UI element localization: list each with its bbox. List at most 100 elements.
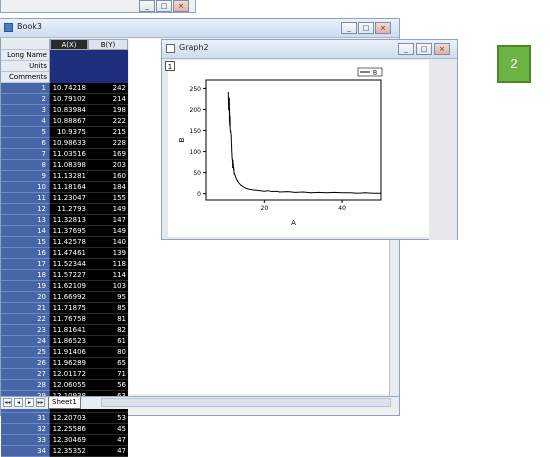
workbook-minimize-button[interactable]: _ [341, 22, 357, 34]
cell-a[interactable]: 11.18164 [50, 182, 88, 193]
cell-a[interactable]: 10.83984 [50, 105, 88, 116]
cell-a[interactable]: 11.66992 [50, 292, 88, 303]
cell-a[interactable]: 11.81641 [50, 325, 88, 336]
cell-b[interactable]: 95 [88, 292, 128, 303]
cell-b[interactable]: 53 [88, 413, 128, 424]
cell-a[interactable]: 12.06055 [50, 380, 88, 391]
cell-b[interactable]: 140 [88, 237, 128, 248]
first-sheet-button[interactable]: ◂◂ [3, 398, 12, 407]
cell-a[interactable]: 11.52344 [50, 259, 88, 270]
cell-b[interactable]: 47 [88, 435, 128, 446]
cell-a[interactable]: 11.37695 [50, 226, 88, 237]
cell-b[interactable]: 71 [88, 369, 128, 380]
cell-b[interactable]: 155 [88, 193, 128, 204]
horizontal-scrollbar[interactable] [101, 398, 391, 407]
cell-b[interactable]: 118 [88, 259, 128, 270]
cell-b[interactable]: 61 [88, 336, 128, 347]
meta-cell[interactable] [50, 50, 88, 61]
cell-b[interactable]: 169 [88, 149, 128, 160]
cell-b[interactable]: 184 [88, 182, 128, 193]
row-number[interactable]: 26 [1, 358, 50, 369]
workbook-maximize-button[interactable]: □ [358, 22, 374, 34]
cell-a[interactable]: 11.13281 [50, 171, 88, 182]
cell-b[interactable]: 45 [88, 424, 128, 435]
cell-b[interactable]: 160 [88, 171, 128, 182]
cell-a[interactable]: 12.20703 [50, 413, 88, 424]
row-number[interactable]: 27 [1, 369, 50, 380]
last-sheet-button[interactable]: ▸▸ [36, 398, 45, 407]
cell-a[interactable]: 11.86523 [50, 336, 88, 347]
cell-a[interactable]: 11.23047 [50, 193, 88, 204]
row-number[interactable]: 6 [1, 138, 50, 149]
row-number[interactable]: 11 [1, 193, 50, 204]
cell-a[interactable]: 10.74218 [50, 83, 88, 94]
graph-page[interactable]: 0 50 100 150 200 250 20 40 A B B [168, 60, 430, 237]
row-number[interactable]: 21 [1, 303, 50, 314]
corner-cell[interactable] [1, 39, 50, 50]
cell-b[interactable]: 149 [88, 226, 128, 237]
close-button[interactable]: × [173, 0, 189, 12]
row-number[interactable]: 14 [1, 226, 50, 237]
row-number[interactable]: 15 [1, 237, 50, 248]
cell-a[interactable]: 11.71875 [50, 303, 88, 314]
meta-cell[interactable] [50, 61, 88, 72]
meta-cell[interactable] [88, 50, 128, 61]
layer-indicator[interactable]: 1 [165, 61, 175, 71]
cell-a[interactable]: 10.9375 [50, 127, 88, 138]
cell-a[interactable]: 11.08398 [50, 160, 88, 171]
row-number[interactable]: 16 [1, 248, 50, 259]
cell-a[interactable]: 11.96289 [50, 358, 88, 369]
cell-b[interactable]: 65 [88, 358, 128, 369]
cell-b[interactable]: 242 [88, 83, 128, 94]
workbook-titlebar[interactable]: Book3 _ □ × [0, 19, 399, 38]
row-number[interactable]: 12 [1, 204, 50, 215]
row-number[interactable]: 22 [1, 314, 50, 325]
row-number[interactable]: 10 [1, 182, 50, 193]
row-number[interactable]: 1 [1, 83, 50, 94]
cell-a[interactable]: 11.57227 [50, 270, 88, 281]
row-number[interactable]: 8 [1, 160, 50, 171]
cell-a[interactable]: 10.98633 [50, 138, 88, 149]
row-number[interactable]: 17 [1, 259, 50, 270]
meta-cell[interactable] [50, 72, 88, 83]
row-number[interactable]: 5 [1, 127, 50, 138]
cell-b[interactable]: 222 [88, 116, 128, 127]
cell-b[interactable]: 56 [88, 380, 128, 391]
cell-b[interactable]: 215 [88, 127, 128, 138]
cell-a[interactable]: 10.79102 [50, 94, 88, 105]
cell-a[interactable]: 12.25586 [50, 424, 88, 435]
row-number[interactable]: 25 [1, 347, 50, 358]
graph-maximize-button[interactable]: □ [416, 43, 432, 55]
cell-b[interactable]: 81 [88, 314, 128, 325]
meta-cell[interactable] [88, 61, 128, 72]
row-number[interactable]: 19 [1, 281, 50, 292]
next-sheet-button[interactable]: ▸ [25, 398, 34, 407]
graph-minimize-button[interactable]: _ [398, 43, 414, 55]
row-number[interactable]: 28 [1, 380, 50, 391]
row-number[interactable]: 3 [1, 105, 50, 116]
cell-a[interactable]: 11.32813 [50, 215, 88, 226]
cell-a[interactable]: 12.01172 [50, 369, 88, 380]
cell-a[interactable]: 11.42578 [50, 237, 88, 248]
row-number[interactable]: 31 [1, 413, 50, 424]
row-number[interactable]: 34 [1, 446, 50, 457]
cell-a[interactable]: 11.62109 [50, 281, 88, 292]
cell-b[interactable]: 149 [88, 204, 128, 215]
cell-b[interactable]: 147 [88, 215, 128, 226]
row-number[interactable]: 7 [1, 149, 50, 160]
cell-b[interactable]: 139 [88, 248, 128, 259]
row-number[interactable]: 2 [1, 94, 50, 105]
row-number[interactable]: 20 [1, 292, 50, 303]
cell-b[interactable]: 228 [88, 138, 128, 149]
cell-b[interactable]: 198 [88, 105, 128, 116]
prev-sheet-button[interactable]: ◂ [14, 398, 23, 407]
row-number[interactable]: 4 [1, 116, 50, 127]
row-number[interactable]: 13 [1, 215, 50, 226]
cell-a[interactable]: 11.03516 [50, 149, 88, 160]
cell-b[interactable]: 47 [88, 446, 128, 457]
column-header-a[interactable]: A(X) [50, 39, 88, 50]
cell-a[interactable]: 12.35352 [50, 446, 88, 457]
cell-a[interactable]: 11.91406 [50, 347, 88, 358]
maximize-button[interactable]: □ [156, 0, 172, 12]
workbook-close-button[interactable]: × [375, 22, 391, 34]
